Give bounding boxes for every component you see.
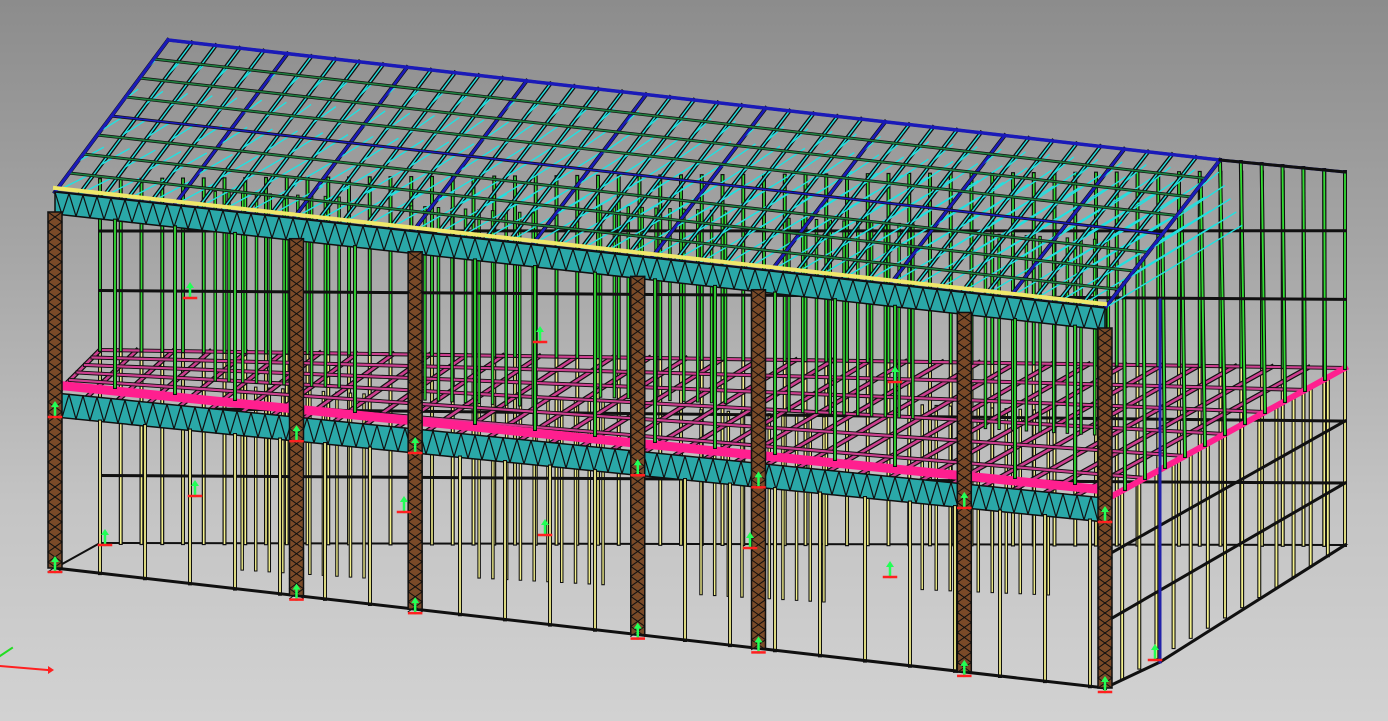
x-axis-arrowhead: [48, 666, 54, 674]
structural-frame-model[interactable]: [0, 0, 1388, 721]
3d-model-viewport[interactable]: [0, 0, 1388, 721]
gable-wall-stud: [1323, 169, 1326, 380]
ground-floor-wall-studs: [98, 348, 1348, 690]
gable-wall-stud: [1123, 282, 1126, 490]
x-axis-line: [0, 664, 50, 672]
corner-sill: [1103, 660, 1162, 690]
side-sill-track: [1157, 542, 1348, 665]
front-sill-track: [53, 566, 1107, 690]
axis-triad-icon: [0, 646, 54, 674]
truss-web: [1125, 180, 1176, 215]
y-axis-line: [0, 646, 14, 658]
